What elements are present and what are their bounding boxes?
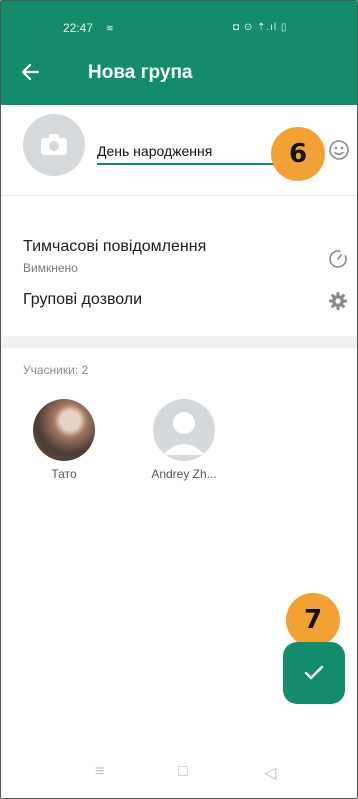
member-name: Тато	[51, 467, 77, 481]
gear-icon	[327, 290, 349, 312]
status-bar: 22:47 ≋ ◘ ⊙ ⇡.ıl ▯	[1, 19, 357, 39]
members-label: Учасники: 2	[23, 363, 89, 377]
setting-title: Групові дозволи	[23, 291, 143, 308]
status-time: 22:47	[63, 21, 94, 35]
group-photo-button[interactable]	[23, 114, 85, 176]
emoji-icon[interactable]	[328, 139, 350, 161]
phone-screen: 22:47 ≋ ◘ ⊙ ⇡.ıl ▯ Нова група 6 Тимчасов…	[0, 0, 358, 799]
android-nav-bar: ≡ □ ◁	[1, 741, 357, 798]
step-badge-7: 7	[286, 593, 340, 647]
setting-title: Тимчасові повідомлення	[23, 238, 207, 255]
page-title: Нова група	[88, 62, 193, 83]
confirm-button[interactable]	[283, 642, 345, 704]
checkmark-icon	[304, 665, 324, 680]
camera-icon	[41, 134, 67, 155]
menu-nav-icon[interactable]: ≡	[95, 763, 104, 781]
status-extra-icon: ≋	[106, 23, 114, 33]
back-nav-icon[interactable]: ◁	[264, 763, 276, 783]
step-badge-6: 6	[271, 127, 325, 181]
status-icons: ◘ ⊙ ⇡.ıl ▯	[233, 22, 288, 33]
home-nav-icon[interactable]: □	[178, 763, 188, 781]
avatar[interactable]	[33, 399, 95, 461]
section-separator	[1, 336, 357, 348]
back-arrow-icon[interactable]	[19, 61, 43, 85]
group-name-input[interactable]	[97, 139, 277, 165]
setting-subtitle: Вимкнено	[23, 261, 78, 275]
person-icon	[163, 412, 205, 455]
divider	[1, 195, 357, 196]
avatar[interactable]	[153, 399, 215, 461]
timer-icon	[327, 248, 349, 270]
member-name: Andrey Zh...	[151, 467, 217, 481]
app-header: 22:47 ≋ ◘ ⊙ ⇡.ıl ▯ Нова група	[1, 1, 357, 105]
